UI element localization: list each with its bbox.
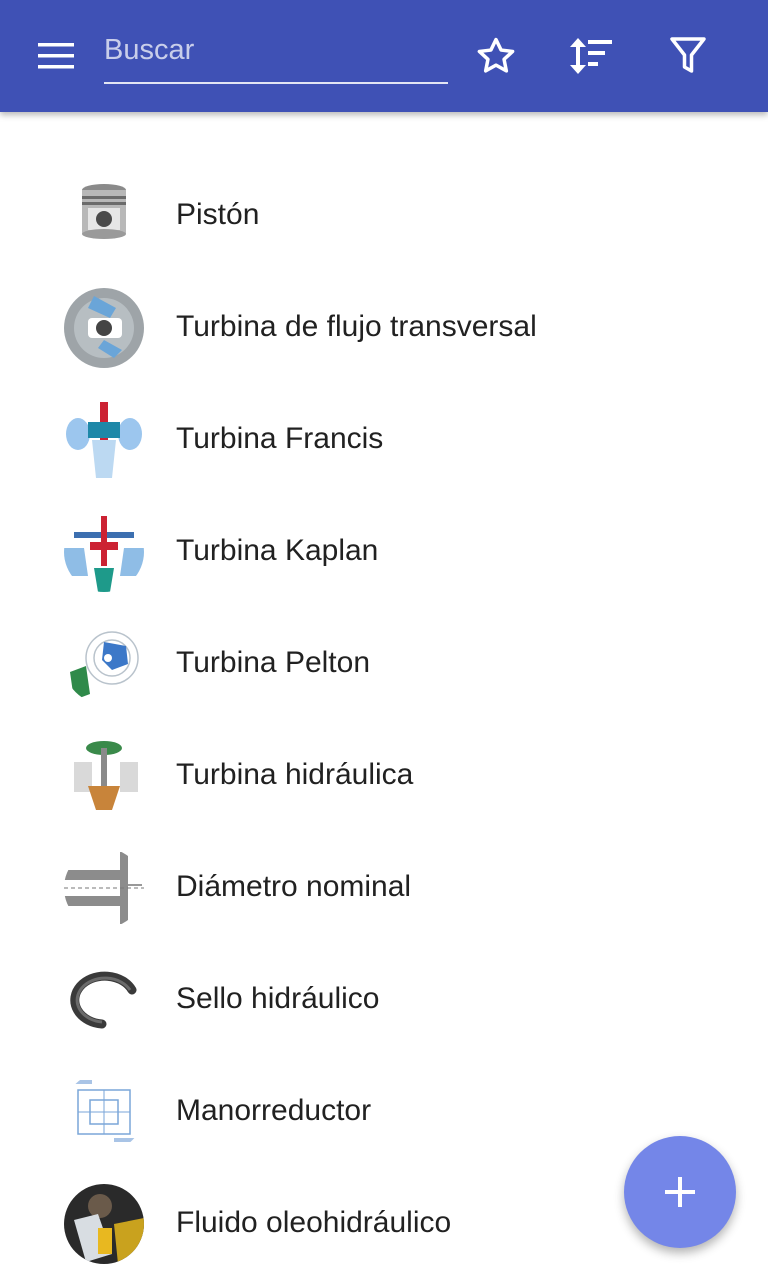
sort-button[interactable]	[563, 28, 619, 84]
list-item[interactable]: Pistón	[0, 160, 768, 272]
list-item[interactable]: Turbina de flujo transversal	[0, 272, 768, 384]
item-label: Fluido oleohidráulico	[176, 1206, 452, 1239]
item-label: Sello hidráulico	[176, 982, 380, 1015]
pelton-turbine-thumbnail	[64, 624, 144, 704]
filter-button[interactable]	[660, 28, 716, 84]
crossflow-turbine-thumbnail	[64, 288, 144, 368]
items-list: Pistón Turbina de flujo transversal Turb…	[0, 160, 768, 1280]
app-bar	[0, 0, 768, 112]
menu-button[interactable]	[24, 28, 88, 84]
plus-icon	[665, 1177, 695, 1207]
kaplan-turbine-thumbnail	[64, 512, 144, 592]
item-label: Turbina de flujo transversal	[176, 310, 537, 343]
hydraulic-fluid-thumbnail	[64, 1184, 144, 1264]
sort-icon	[570, 38, 612, 74]
piston-thumbnail	[64, 176, 144, 256]
item-label: Turbina Pelton	[176, 646, 371, 679]
item-label: Turbina Francis	[176, 422, 384, 455]
item-label: Diámetro nominal	[176, 870, 412, 903]
hydraulic-turbine-thumbnail	[64, 736, 144, 816]
list-item[interactable]: Turbina hidráulica	[0, 720, 768, 832]
add-button[interactable]	[624, 1136, 736, 1248]
filter-icon	[670, 37, 706, 73]
list-item[interactable]: Turbina Pelton	[0, 608, 768, 720]
search-field	[104, 22, 448, 84]
pressure-reducer-thumbnail	[64, 1072, 144, 1152]
hamburger-menu-icon	[38, 43, 74, 69]
list-item[interactable]: Turbina Francis	[0, 384, 768, 496]
list-item[interactable]: Turbina Kaplan	[0, 496, 768, 608]
item-label: Manorreductor	[176, 1094, 372, 1127]
item-label: Turbina Kaplan	[176, 534, 379, 567]
item-label: Turbina hidráulica	[176, 758, 414, 791]
star-outline-icon	[477, 37, 515, 73]
item-label: Pistón	[176, 198, 260, 231]
list-item[interactable]: Diámetro nominal	[0, 832, 768, 944]
hydraulic-seal-thumbnail	[64, 960, 144, 1040]
search-input[interactable]	[104, 28, 448, 72]
francis-turbine-thumbnail	[64, 400, 144, 480]
favorites-button[interactable]	[468, 28, 524, 84]
nominal-diameter-thumbnail	[64, 848, 144, 928]
list-item[interactable]: Sello hidráulico	[0, 944, 768, 1056]
